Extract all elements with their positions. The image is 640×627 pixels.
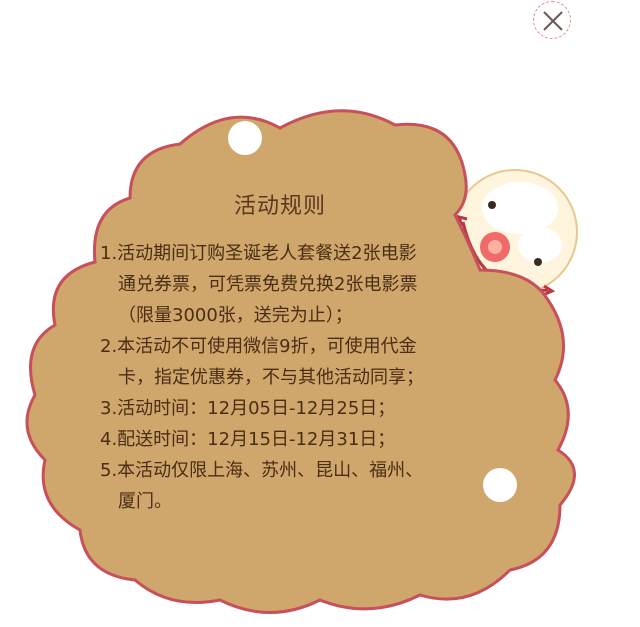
- rule-item-1: 1.活动期间订购圣诞老人套餐送2张电影 通兑券票，可凭票免费兑换2张电影票 （限…: [100, 238, 465, 331]
- rule-item-2: 2.本活动不可使用微信9折，可使用代金 卡，指定优惠券，不与其他活动同享；: [100, 331, 465, 393]
- rule-line: 1.活动期间订购圣诞老人套餐送2张电影: [100, 243, 417, 264]
- rule-line: 4.配送时间：12月15日-12月31日；: [100, 429, 396, 450]
- rule-line: 3.活动时间：12月05日-12月25日；: [100, 398, 396, 419]
- close-icon: [543, 11, 563, 31]
- rule-line: 卡，指定优惠券，不与其他活动同享；: [118, 367, 424, 388]
- rule-item-4: 4.配送时间：12月15日-12月31日；: [100, 424, 465, 455]
- rule-item-5: 5.本活动仅限上海、苏州、昆山、福州、 厦门。: [100, 455, 465, 517]
- rule-item-3: 3.活动时间：12月05日-12月25日；: [100, 393, 465, 424]
- rule-line: 5.本活动仅限上海、苏州、昆山、福州、: [100, 460, 424, 481]
- rule-line: 厦门。: [118, 491, 172, 512]
- rule-line: 2.本活动不可使用微信9折，可使用代金: [100, 336, 417, 357]
- close-button[interactable]: [533, 1, 571, 39]
- dialog-title: 活动规则: [233, 194, 326, 219]
- rule-line: （限量3000张，送完为止）；: [118, 305, 353, 326]
- rules-list: 1.活动期间订购圣诞老人套餐送2张电影 通兑券票，可凭票免费兑换2张电影票 （限…: [100, 238, 465, 517]
- rule-line: 通兑券票，可凭票免费兑换2张电影票: [118, 274, 418, 295]
